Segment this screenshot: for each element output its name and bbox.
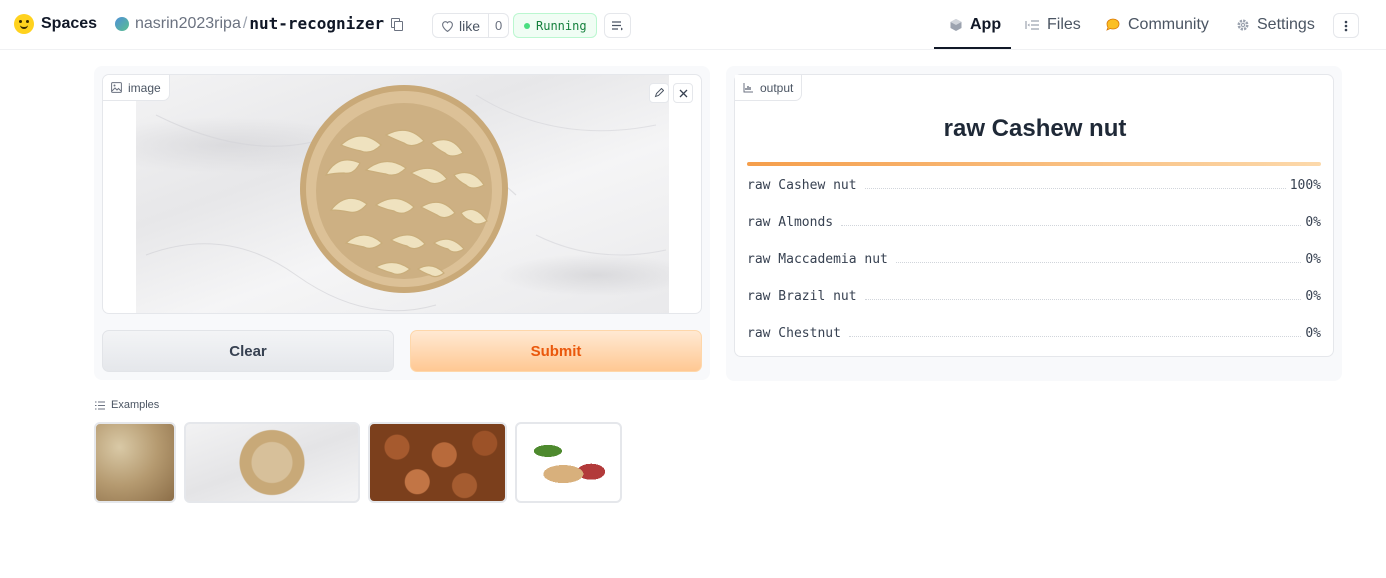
confidence-label: raw Almonds [747, 215, 834, 230]
like-label: like [459, 17, 481, 34]
output-panel: output raw Cashew nut raw Cashew nut 100%… [726, 66, 1342, 381]
confidence-label: raw Brazil nut [747, 289, 857, 304]
repo-breadcrumb: nasrin2023ripa / nut-recognizer [115, 14, 404, 33]
tab-settings[interactable]: Settings [1236, 0, 1315, 50]
status-badge[interactable]: Running [513, 13, 597, 38]
logs-icon [612, 21, 623, 31]
edit-image-button[interactable] [649, 83, 669, 103]
example-macadamia[interactable] [368, 422, 507, 503]
example-cashew[interactable] [184, 422, 360, 503]
confidence-leader [895, 262, 1302, 263]
status-dot-icon [524, 22, 530, 29]
tab-files-label: Files [1047, 16, 1081, 33]
submit-button[interactable]: Submit [410, 330, 702, 372]
like-button[interactable]: like 0 [432, 13, 510, 38]
pencil-icon [654, 88, 664, 98]
repo-name-link[interactable]: nut-recognizer [249, 14, 384, 33]
community-icon [1106, 18, 1120, 31]
confidence-value: 0% [1305, 326, 1321, 341]
more-vertical-icon [1344, 20, 1348, 31]
output-label: output [760, 80, 794, 95]
close-icon [679, 89, 687, 97]
predicted-label: raw Cashew nut [943, 115, 1127, 142]
like-count: 0 [488, 14, 508, 37]
tab-app[interactable]: App [949, 0, 1001, 50]
input-panel: image Clear Submit [94, 66, 710, 380]
confidence-label: raw Maccademia nut [747, 252, 888, 267]
tab-community[interactable]: Community [1105, 0, 1209, 50]
confidence-label: raw Cashew nut [747, 178, 857, 193]
owner-link[interactable]: nasrin2023ripa [135, 15, 241, 33]
confidence-bar [747, 162, 1321, 166]
clear-image-button[interactable] [673, 83, 693, 103]
image-label: image [128, 80, 161, 95]
list-icon [95, 401, 105, 409]
spaces-brand[interactable]: Spaces [14, 14, 97, 34]
tab-files[interactable]: Files [1025, 0, 1081, 50]
copy-icon[interactable] [391, 17, 404, 31]
examples-label: Examples [111, 399, 160, 411]
example-pistachio[interactable] [94, 422, 176, 503]
cube-icon [950, 19, 962, 31]
more-options-button[interactable] [1333, 13, 1359, 38]
confidence-row: raw Brazil nut 0% [747, 282, 1321, 304]
confidence-value: 0% [1305, 215, 1321, 230]
output-block-label: output [735, 75, 803, 101]
confidence-leader [848, 336, 1302, 337]
active-tab-indicator [934, 47, 1011, 49]
examples-header: Examples [95, 399, 159, 411]
label-chart-icon [743, 83, 753, 93]
confidence-row: raw Almonds 0% [747, 208, 1321, 230]
clear-button[interactable]: Clear [102, 330, 394, 372]
image-input[interactable]: image [102, 74, 702, 314]
cashew-bowl-image [145, 85, 667, 312]
confidence-row: raw Chestnut 0% [747, 319, 1321, 341]
confidence-row: raw Maccademia nut 0% [747, 245, 1321, 267]
top-bar: Spaces nasrin2023ripa / nut-recognizer l… [0, 0, 1386, 50]
brand-label: Spaces [41, 15, 98, 32]
confidence-label: raw Chestnut [747, 326, 841, 341]
breadcrumb-separator: / [242, 14, 248, 32]
tab-app-label: App [970, 16, 1002, 33]
confidence-value: 0% [1305, 289, 1321, 304]
confidence-leader [841, 225, 1302, 226]
confidence-leader [864, 299, 1302, 300]
tab-settings-label: Settings [1257, 16, 1315, 33]
logs-button[interactable] [604, 13, 631, 38]
confidence-row: raw Cashew nut 100% [747, 162, 1321, 193]
output-label-block: output raw Cashew nut raw Cashew nut 100%… [734, 74, 1334, 357]
image-block-label: image [103, 75, 170, 101]
hugging-face-logo-icon [14, 14, 34, 34]
image-icon [111, 82, 122, 93]
files-icon [1025, 20, 1039, 30]
example-peanut[interactable] [515, 422, 622, 503]
confidence-value: 100% [1289, 178, 1321, 193]
tab-community-label: Community [1128, 16, 1209, 33]
gear-icon [1237, 19, 1249, 31]
owner-avatar [115, 16, 129, 31]
confidence-value: 0% [1305, 252, 1321, 267]
heart-icon [442, 20, 453, 32]
status-label: Running [536, 18, 587, 33]
uploaded-image [136, 75, 669, 313]
confidence-leader [864, 188, 1286, 189]
